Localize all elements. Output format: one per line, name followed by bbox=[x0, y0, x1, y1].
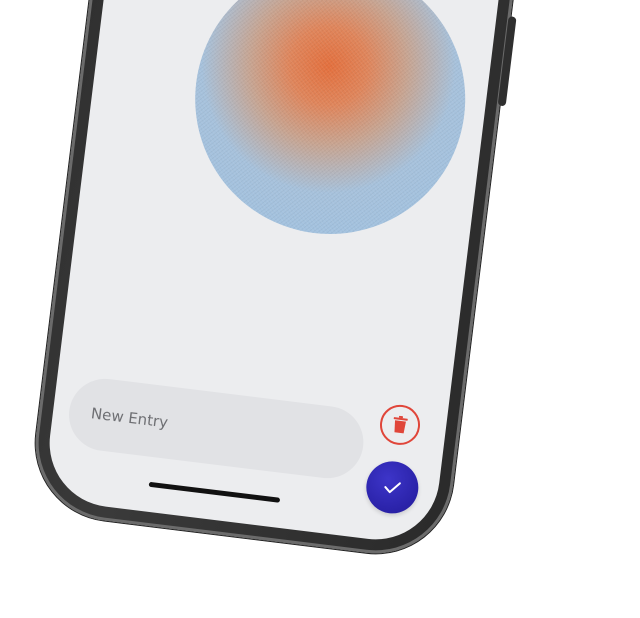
phone-screen bbox=[42, 0, 538, 547]
home-indicator[interactable] bbox=[148, 481, 281, 503]
checkmark-icon bbox=[384, 482, 401, 494]
trash-icon bbox=[393, 415, 408, 434]
confirm-button[interactable] bbox=[363, 458, 422, 517]
delete-button[interactable] bbox=[377, 402, 423, 448]
phone-device bbox=[26, 0, 554, 563]
new-entry-input[interactable] bbox=[64, 374, 368, 483]
app-screenshot bbox=[0, 0, 640, 618]
gradient-orb bbox=[179, 0, 481, 250]
